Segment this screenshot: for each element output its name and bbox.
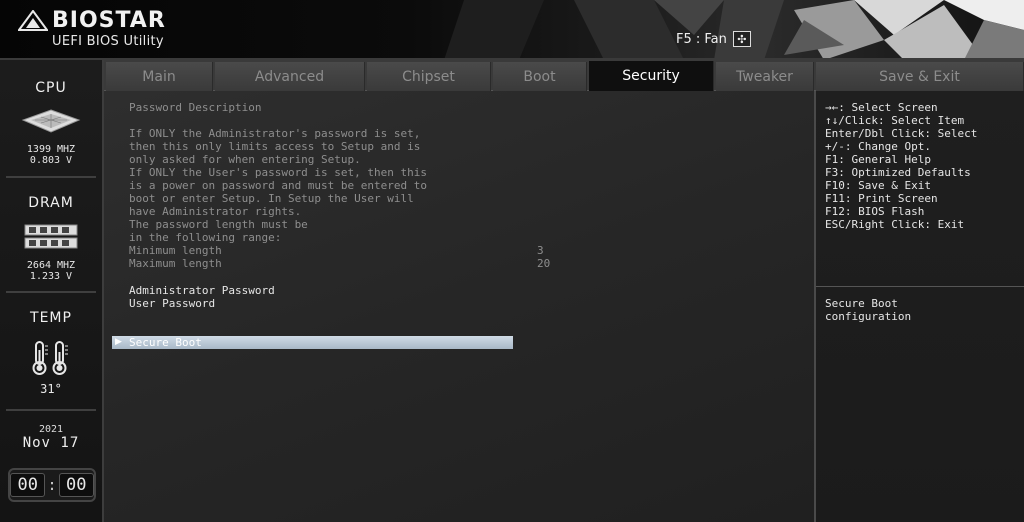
tab-chipset[interactable]: Chipset [367,62,491,91]
description-line: If ONLY the User's password is set, then… [129,166,428,179]
tab-boot[interactable]: Boot [493,62,587,91]
description-line: in the following range: [129,231,282,244]
key-help-line: ESC/Right Click: Exit [825,218,965,231]
dram-frequency: 2664 MHZ [26,260,76,271]
administrator-password-item[interactable]: Administrator Password [129,284,275,297]
cpu-readout: 1399 MHZ 0.803 V [0,144,102,166]
sidebar-divider [6,291,96,293]
system-clock: 00 : 00 [8,468,96,502]
key-help-line: F10: Save & Exit [825,179,931,192]
biostar-logo-icon [18,9,48,31]
min-length-label: Minimum length [129,244,222,257]
sidebar-divider [6,176,96,178]
temp-value: 31° [40,382,62,396]
fan-icon: ✣ [732,31,751,47]
key-help-line: Enter/Dbl Click: Select [825,127,978,140]
tab-tweaker[interactable]: Tweaker [716,62,814,91]
secure-boot-item[interactable]: ▶ Secure Boot [112,336,513,349]
key-help-line: ↑↓/Click: Select Item [825,114,965,127]
description-line: only asked for when entering Setup. [129,153,361,166]
description-line: boot or enter Setup. In Setup the User w… [129,192,414,205]
password-description-title: Password Description [129,101,262,114]
secure-boot-label: Secure Boot [129,336,202,349]
max-length-label: Maximum length [129,257,222,270]
item-help-description: Secure Boot configuration [825,297,911,323]
key-help-line: F1: General Help [825,153,931,166]
fan-hotkey[interactable]: F5 : Fan ✣ [676,31,751,47]
brand-name: BIOSTAR [52,8,166,33]
date-month-day: Nov 17 [22,435,80,451]
min-length-value: 3 [537,244,544,257]
clock-separator: : [47,476,57,494]
dram-readout: 2664 MHZ 1.233 V [0,260,102,282]
description-line: have Administrator rights. [129,205,302,218]
cpu-voltage: 0.803 V [29,155,73,166]
thermometer-icon [32,341,68,375]
description-line: If ONLY the Administrator's password is … [129,127,421,140]
cpu-block: CPU [0,80,102,96]
dram-voltage: 1.233 V [29,271,73,282]
security-settings-panel: Password Description If ONLY the Adminis… [104,91,816,522]
temp-block: TEMP [0,310,102,326]
password-description-text: If ONLY the Administrator's password is … [129,127,427,244]
item-help-line: configuration [825,310,912,323]
temp-title: TEMP [30,310,72,326]
tab-save-exit[interactable]: Save & Exit [816,62,1024,91]
key-help-line: F11: Print Screen [825,192,938,205]
tab-main[interactable]: Main [106,62,213,91]
header-bar: BIOSTAR UEFI BIOS Utility F5 : Fan ✣ [0,0,1024,60]
clock-minutes: 00 [58,473,94,497]
date-year: 2021 [38,424,64,435]
date-block: 2021 Nov 17 [0,424,102,451]
description-line: then this only limits access to Setup an… [129,140,421,153]
key-help-line: →←: Select Screen [825,101,938,114]
help-divider [816,286,1024,287]
key-help-line: F12: BIOS Flash [825,205,925,218]
brand: BIOSTAR UEFI BIOS Utility [18,8,166,49]
header-decoration [444,0,1024,60]
user-password-item[interactable]: User Password [129,297,215,310]
item-help-line: Secure Boot [825,297,898,310]
cpu-chip-icon [21,109,81,133]
dram-title: DRAM [28,195,74,211]
description-line: is a power on password and must be enter… [129,179,428,192]
max-length-value: 20 [537,257,551,270]
sidebar-divider [6,409,96,411]
submenu-arrow-icon: ▶ [115,337,122,347]
brand-logo: BIOSTAR [18,8,166,33]
key-help-list: →←: Select Screen ↑↓/Click: Select Item … [825,101,977,231]
cpu-frequency: 1399 MHZ [26,144,76,155]
key-help-line: F3: Optimized Defaults [825,166,971,179]
temp-readout: 31° [0,382,102,396]
tab-advanced[interactable]: Advanced [215,62,365,91]
menu-tabs: Main Advanced Chipset Boot Security Twea… [104,60,1024,91]
tab-security[interactable]: Security [589,61,714,91]
dram-block: DRAM [0,195,102,211]
description-line: The password length must be [129,218,308,231]
fan-hotkey-label: F5 : Fan [676,31,727,47]
brand-subtitle: UEFI BIOS Utility [52,34,164,49]
help-panel: →←: Select Screen ↑↓/Click: Select Item … [816,91,1024,522]
clock-hours: 00 [10,473,46,497]
dram-module-icon [24,224,78,249]
hardware-monitor-sidebar: CPU 1399 MHZ 0.803 V DRAM 2664 MHZ 1.233… [0,60,104,522]
key-help-line: +/-: Change Opt. [825,140,931,153]
cpu-title: CPU [35,80,67,96]
